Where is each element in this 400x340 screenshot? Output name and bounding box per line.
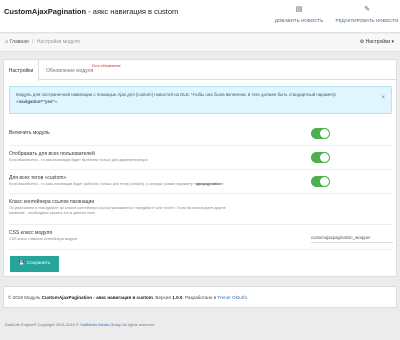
css-class-input[interactable]: customajaxpagination_wrapper: [311, 232, 393, 243]
alert-text-part: Модуль для постраничной навигации с помо…: [16, 92, 136, 97]
tab-settings[interactable]: Настройки: [4, 60, 39, 81]
desc-param: ajaxpagination: [195, 182, 222, 186]
setting-show-all-users: Отображать для всех пользователей Если в…: [9, 151, 392, 162]
doc-icon: ▤: [295, 6, 303, 13]
setting-all-custom-tags: Для всех тегов «custom» Если выключено -…: [9, 175, 392, 186]
edit-news-label: Редактировать новости: [335, 18, 399, 23]
desc-part: »: [221, 182, 224, 186]
footer-author-link[interactable]: Trener Okturfo: [217, 295, 247, 300]
toggle-knob: [320, 177, 329, 186]
breadcrumb-home-link[interactable]: Главная: [10, 39, 29, 45]
tab-bar: Настройки Обновление модуля Есть обновле…: [4, 60, 396, 81]
settings-dropdown[interactable]: ⚙ Настройки ▾: [360, 39, 394, 45]
alert-text-part: ».: [54, 98, 59, 104]
save-icon: 💾: [18, 261, 25, 266]
divider: [9, 145, 392, 146]
app-title-subtitle: - аякс навигация в custom: [88, 7, 179, 16]
footer-part: . Разработано в: [182, 295, 218, 300]
setting-description: Если выключено - то аяк-пагинация будет …: [9, 158, 148, 162]
desc-part: Если выключено - то аякс-пагинация будет…: [9, 182, 196, 186]
settings-panel: Настройки Обновление модуля Есть обновле…: [3, 59, 397, 277]
save-button[interactable]: 💾 Сохранить: [10, 256, 59, 272]
alert-text-custom: {custom}: [135, 92, 154, 97]
edit-news-button[interactable]: ✎ Редактировать новости: [335, 4, 399, 30]
copyright-company-link[interactable]: SoftNews Media Group: [80, 322, 121, 327]
info-alert: Модуль для постраничной навигации с помо…: [9, 86, 392, 114]
breadcrumb: ⌂ Главная / Настройки модуля: [5, 39, 80, 45]
toggle-knob: [320, 129, 329, 138]
footer-part: © 2019 Модуль: [8, 295, 42, 300]
setting-enable-module: Включить модуль: [9, 130, 392, 136]
divider: [9, 224, 392, 225]
home-icon[interactable]: ⌂: [5, 39, 8, 45]
toggle-knob: [320, 153, 329, 162]
breadcrumb-separator: /: [32, 39, 34, 45]
add-news-button[interactable]: ▤ Добавить новость: [270, 4, 328, 30]
divider: [9, 169, 392, 170]
top-bar: CustomAjaxPagination - аякс навигация в …: [0, 0, 400, 33]
setting-title: Включить модуль: [9, 130, 50, 136]
app-title-name: CustomAjaxPagination: [4, 7, 87, 16]
footer-part: . Версия: [152, 295, 173, 300]
settings-dropdown-label: Настройки: [365, 39, 391, 45]
breadcrumb-bar: ⌂ Главная / Настройки модуля ⚙ Настройки…: [0, 34, 400, 52]
module-footer: © 2019 Модуль CustomAjaxPagination - аяк…: [3, 286, 397, 308]
show-all-users-toggle[interactable]: [311, 152, 330, 163]
alert-text-param: navigation="yes": [18, 98, 55, 104]
footer-version: 1.0.0: [172, 295, 183, 300]
copyright-part: DataLife Engine® Copyright 2004-2019 ©: [5, 322, 81, 327]
footer-module-name: CustomAjaxPagination - аякс навигация в …: [41, 295, 153, 300]
setting-container-class: Класс контейнера ссылок пагинации По умо…: [9, 199, 392, 215]
setting-title: Класс контейнера ссылок пагинации: [9, 199, 95, 205]
add-news-label: Добавить новость: [274, 18, 324, 23]
setting-title: Для всех тегов «custom»: [9, 175, 67, 181]
divider: [9, 249, 392, 250]
divider: [9, 193, 392, 194]
copyright-part: All rights reserved.: [121, 322, 156, 327]
gear-icon: ⚙: [359, 39, 365, 45]
copyright: DataLife Engine® Copyright 2004-2019 © S…: [5, 322, 155, 327]
tab-module-update[interactable]: Обновление модуля: [46, 60, 93, 80]
setting-description: название - необходимо указать его в данн…: [9, 211, 96, 215]
update-available-badge: Есть обновление: [92, 64, 121, 68]
enable-module-toggle[interactable]: [311, 128, 330, 139]
all-custom-tags-toggle[interactable]: [311, 176, 330, 187]
chevron-down-icon: ▾: [391, 39, 394, 45]
info-alert-text: Модуль для постраничной навигации с помо…: [16, 92, 366, 105]
close-icon[interactable]: ×: [381, 95, 385, 101]
edit-icon: ✎: [364, 6, 370, 13]
setting-description: По умолчанию в «navigation» tpl классе к…: [9, 206, 226, 210]
breadcrumb-current: Настройки модуля: [36, 39, 80, 45]
setting-title: Отображать для всех пользователей: [9, 151, 95, 157]
footer-text: © 2019 Модуль CustomAjaxPagination - аяк…: [8, 295, 247, 300]
setting-description: Если выключено - то аякс-пагинация будет…: [9, 182, 392, 186]
app-title: CustomAjaxPagination - аякс навигация в …: [4, 7, 178, 16]
save-button-label: Сохранить: [26, 261, 51, 266]
